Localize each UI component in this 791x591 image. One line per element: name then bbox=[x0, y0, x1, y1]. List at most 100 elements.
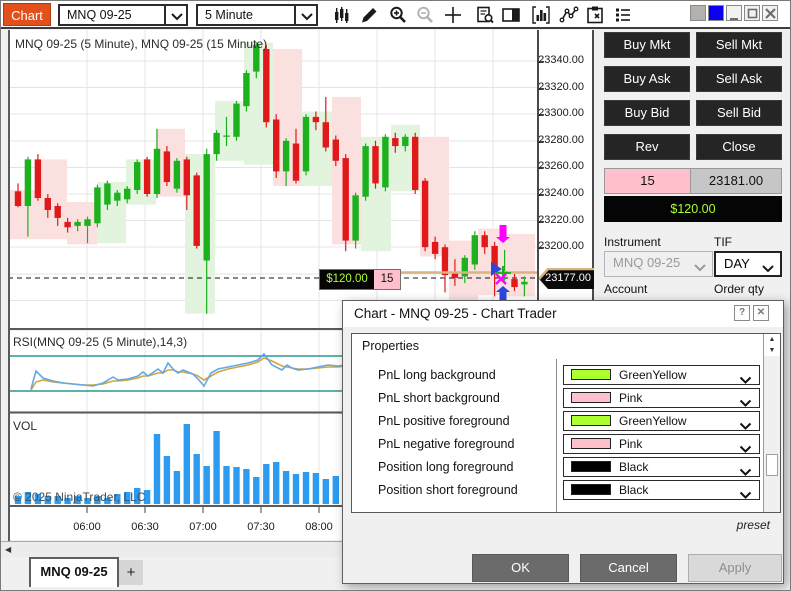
property-row: Position short foreground Black bbox=[352, 479, 772, 502]
ninjatrader-chart-window: Chart MNQ 09-25 5 Minute MNQ 09-25 (5 Mi… bbox=[0, 0, 791, 591]
property-value-dropdown[interactable]: GreenYellow bbox=[563, 411, 760, 431]
scroll-down-icon[interactable]: ▼ bbox=[764, 345, 780, 356]
sell-ask-button[interactable]: Sell Ask bbox=[696, 66, 782, 92]
zoom-in-icon[interactable] bbox=[386, 3, 410, 27]
time-axis-label: 06:00 bbox=[65, 521, 109, 533]
chart-menu-button[interactable]: Chart bbox=[3, 3, 51, 26]
drawing-tools-icon[interactable] bbox=[357, 3, 381, 27]
property-value: Black bbox=[619, 483, 648, 497]
interval-link-button[interactable] bbox=[708, 5, 724, 21]
cancel-button[interactable]: Cancel bbox=[580, 554, 677, 582]
property-value: Black bbox=[619, 460, 648, 474]
sell-bid-button[interactable]: Sell Bid bbox=[696, 100, 782, 126]
add-tab-button[interactable]: + bbox=[119, 560, 143, 585]
properties-section-header: Properties bbox=[362, 339, 419, 353]
strategies-icon[interactable] bbox=[557, 3, 581, 27]
toolbar: Chart MNQ 09-25 5 Minute bbox=[1, 1, 791, 29]
indicators-icon[interactable] bbox=[529, 3, 553, 27]
account-label: Account bbox=[604, 282, 647, 296]
price-axis-label: 23300.00 bbox=[538, 107, 584, 119]
data-series-icon[interactable] bbox=[611, 3, 635, 27]
order-qty-label: Order qty bbox=[714, 282, 764, 296]
properties-scrollbar[interactable]: ▲ ▼ bbox=[763, 334, 780, 512]
instrument-select-disabled: MNQ 09-25 bbox=[604, 251, 713, 277]
property-value: GreenYellow bbox=[619, 368, 687, 382]
period-combo[interactable]: 5 Minute bbox=[196, 4, 318, 26]
close-button[interactable] bbox=[762, 5, 778, 21]
vol-indicator-label: VOL bbox=[13, 419, 37, 433]
sell-mkt-button[interactable]: Sell Mkt bbox=[696, 32, 782, 58]
color-swatch bbox=[571, 392, 611, 403]
buy-bid-button[interactable]: Buy Bid bbox=[604, 100, 690, 126]
price-axis-label: 23240.00 bbox=[538, 187, 584, 199]
property-value-dropdown[interactable]: Black bbox=[563, 457, 760, 477]
chart-title: MNQ 09-25 (5 Minute), MNQ 09-25 (15 Minu… bbox=[15, 37, 267, 51]
chevron-down-icon bbox=[164, 6, 186, 24]
property-label: Position short foreground bbox=[378, 483, 518, 497]
property-row: PnL short backgroundPink bbox=[352, 387, 772, 410]
ok-button[interactable]: OK bbox=[472, 554, 569, 582]
data-box-icon[interactable] bbox=[473, 3, 497, 27]
dialog-titlebar[interactable]: Chart - MNQ 09-25 - Chart Trader ? ✕ bbox=[343, 301, 783, 327]
time-axis-label: 06:30 bbox=[123, 521, 167, 533]
color-swatch bbox=[571, 415, 611, 426]
property-row: PnL long backgroundGreenYellow bbox=[352, 364, 772, 387]
instrument-link-button[interactable] bbox=[690, 5, 706, 21]
property-row: PnL negative foregroundPink bbox=[352, 433, 772, 456]
tab-mnq-09-25[interactable]: MNQ 09-25 bbox=[29, 557, 119, 587]
scroll-left-icon[interactable]: ◀ bbox=[5, 545, 11, 554]
property-value-dropdown[interactable]: Pink bbox=[563, 388, 760, 408]
unrealized-pnl-display: $120.00 bbox=[604, 196, 782, 222]
chart-trader-icon[interactable] bbox=[499, 3, 523, 27]
position-qty-value: 15 bbox=[374, 270, 400, 289]
position-pnl-value: $120.00 bbox=[320, 270, 374, 289]
period-combo-value: 5 Minute bbox=[205, 6, 253, 24]
price-axis-label: 23220.00 bbox=[538, 214, 584, 226]
chevron-down-icon bbox=[693, 260, 707, 275]
candlestick-style-icon[interactable] bbox=[329, 3, 353, 27]
apply-button[interactable]: Apply bbox=[688, 554, 782, 582]
property-label: PnL positive foreground bbox=[378, 414, 510, 428]
dialog-title: Chart - MNQ 09-25 - Chart Trader bbox=[354, 306, 557, 321]
buy-mkt-button[interactable]: Buy Mkt bbox=[604, 32, 690, 58]
tif-select[interactable]: DAY bbox=[714, 251, 782, 277]
instrument-combo[interactable]: MNQ 09-25 bbox=[58, 4, 188, 26]
copyright-text: © 2025 NinjaTrader, LLC bbox=[13, 490, 145, 504]
scrollbar-thumb[interactable] bbox=[766, 454, 778, 476]
scroll-up-icon[interactable]: ▲ bbox=[764, 334, 780, 345]
price-axis-label: 23260.00 bbox=[538, 160, 584, 172]
property-value-dropdown[interactable]: Pink bbox=[563, 434, 760, 454]
minimize-button[interactable] bbox=[726, 5, 742, 21]
close-button[interactable]: Close bbox=[696, 134, 782, 160]
color-swatch bbox=[571, 369, 611, 380]
properties-icon[interactable] bbox=[583, 3, 607, 27]
dialog-close-button[interactable]: ✕ bbox=[753, 305, 769, 321]
property-value: Pink bbox=[619, 437, 642, 451]
crosshair-icon[interactable] bbox=[441, 3, 465, 27]
chevron-down-icon bbox=[761, 261, 775, 276]
property-value-dropdown[interactable]: Black bbox=[563, 480, 760, 500]
tif-label: TIF bbox=[714, 235, 732, 249]
property-value: GreenYellow bbox=[619, 414, 687, 428]
property-row: PnL positive foreground GreenYellow bbox=[352, 410, 772, 433]
time-axis-label: 07:00 bbox=[181, 521, 225, 533]
buy-ask-button[interactable]: Buy Ask bbox=[604, 66, 690, 92]
rev-button[interactable]: Rev bbox=[604, 134, 690, 160]
rsi-indicator-label: RSI(MNQ 09-25 (5 Minute),14,3) bbox=[13, 335, 187, 349]
chevron-down-icon bbox=[739, 487, 752, 505]
zoom-out-icon bbox=[413, 3, 437, 27]
last-price-marker: 23177.00 bbox=[539, 268, 594, 290]
property-value-dropdown[interactable]: GreenYellow bbox=[563, 365, 760, 385]
chart-trader-properties-dialog: Chart - MNQ 09-25 - Chart Trader ? ✕ Pro… bbox=[342, 300, 784, 584]
preset-link[interactable]: preset bbox=[737, 518, 770, 532]
instrument-combo-value: MNQ 09-25 bbox=[67, 6, 132, 24]
help-button[interactable]: ? bbox=[734, 305, 750, 321]
property-label: Position long foreground bbox=[378, 460, 514, 474]
maximize-button[interactable] bbox=[744, 5, 760, 21]
price-axis-label: 23320.00 bbox=[538, 81, 584, 93]
instrument-label: Instrument bbox=[604, 235, 661, 249]
color-swatch bbox=[571, 461, 611, 472]
last-price-value: 23177.00 bbox=[545, 272, 591, 284]
color-swatch bbox=[571, 484, 611, 495]
position-pnl-tag[interactable]: $120.00 15 bbox=[319, 269, 401, 290]
